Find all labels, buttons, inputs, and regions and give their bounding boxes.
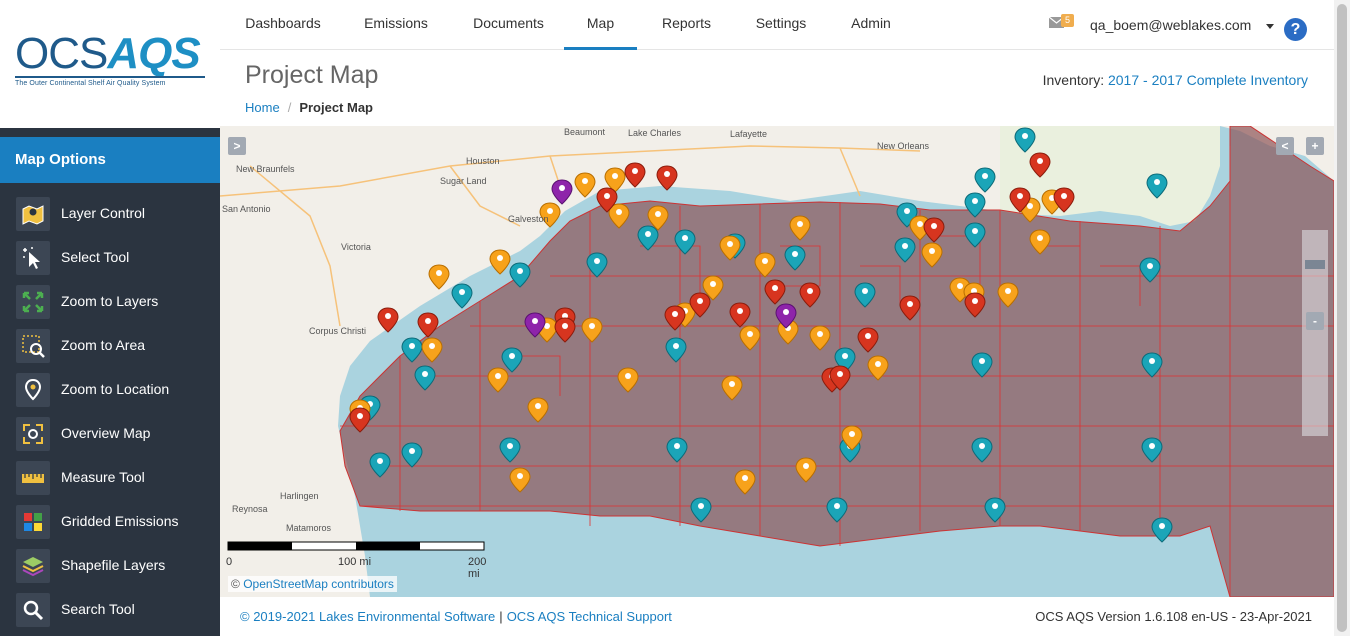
tab-emissions[interactable]: Emissions: [348, 0, 444, 50]
inventory-link[interactable]: 2017 - 2017 Complete Inventory: [1108, 72, 1308, 88]
select-tool-icon: [16, 241, 50, 275]
sidebar: OCSAQS The Outer Continental Shelf Air Q…: [0, 0, 220, 636]
logo-divider: [15, 76, 205, 78]
logo-tagline: The Outer Continental Shelf Air Quality …: [15, 80, 166, 87]
scale-label: 0: [226, 556, 233, 568]
zoom-layers-icon: [16, 285, 50, 319]
zoom-area-icon: [16, 329, 50, 363]
map-place-label: New Braunfels: [236, 164, 295, 174]
map-place-label: Matamoros: [286, 523, 332, 533]
map-place-label: Houston: [466, 156, 500, 166]
sidebar-item-select-tool[interactable]: Select Tool: [0, 235, 220, 279]
tab-settings[interactable]: Settings: [742, 0, 820, 50]
collapse-panel-button[interactable]: <: [1276, 137, 1294, 155]
map-place-label: Galveston: [508, 214, 549, 224]
footer-separator: |: [499, 609, 503, 624]
overview-map-icon: [16, 417, 50, 451]
sidebar-item-layer-control[interactable]: Layer Control: [0, 191, 220, 235]
zoom-in-button[interactable]: +: [1306, 137, 1324, 155]
map-options-header: Map Options: [0, 137, 220, 183]
map-place-label: Reynosa: [232, 504, 268, 514]
map-place-label: San Antonio: [222, 204, 271, 214]
map-place-label: Lake Charles: [628, 128, 682, 138]
attribution-link[interactable]: OpenStreetMap contributors: [243, 577, 394, 591]
tab-admin[interactable]: Admin: [836, 0, 906, 50]
map-place-label: Beaumont: [564, 127, 606, 137]
chevron-down-icon[interactable]: [1266, 24, 1274, 29]
scale-label: 200 mi: [468, 556, 487, 580]
tab-map[interactable]: Map: [564, 0, 637, 50]
scrollbar-thumb[interactable]: [1337, 4, 1347, 632]
tab-dashboards[interactable]: Dashboards: [234, 0, 332, 50]
scale-bar: 0 100 mi 200 mi: [226, 540, 488, 580]
zoom-slider[interactable]: [1302, 230, 1328, 436]
help-icon[interactable]: ?: [1284, 18, 1307, 41]
tab-documents[interactable]: Documents: [460, 0, 557, 50]
project-map[interactable]: Beaumont Lake Charles Lafayette New Orle…: [220, 126, 1334, 597]
layer-control-icon: [16, 197, 50, 231]
sidebar-item-zoom-to-layers[interactable]: Zoom to Layers: [0, 279, 220, 323]
breadcrumb-separator: /: [287, 100, 292, 115]
map-place-label: Harlingen: [280, 491, 319, 501]
zoom-out-button[interactable]: -: [1306, 312, 1324, 330]
copyright-link[interactable]: © 2019-2021 Lakes Environmental Software: [240, 609, 495, 624]
orange-markers: [349, 167, 1063, 495]
scale-label: 100 mi: [338, 556, 372, 568]
sidebar-item-shapefile-layers[interactable]: Shapefile Layers: [0, 543, 220, 587]
sidebar-item-zoom-to-area[interactable]: Zoom to Area: [0, 323, 220, 367]
measure-tool-icon: [16, 461, 50, 495]
map-place-label: Lafayette: [730, 129, 768, 139]
user-menu[interactable]: qa_boem@weblakes.com: [1090, 17, 1251, 33]
sidebar-item-zoom-to-location[interactable]: Zoom to Location: [0, 367, 220, 411]
search-tool-icon: [16, 593, 50, 627]
sidebar-item-measure-tool[interactable]: Measure Tool: [0, 455, 220, 499]
shapefile-layers-icon: [16, 549, 50, 583]
map-markers[interactable]: [220, 126, 1334, 597]
tab-reports[interactable]: Reports: [648, 0, 725, 50]
inventory-selector: Inventory: 2017 - 2017 Complete Inventor…: [1043, 72, 1308, 88]
sidebar-item-gridded-emissions[interactable]: Gridded Emissions: [0, 499, 220, 543]
map-place-label: Corpus Christi: [309, 326, 367, 336]
sidebar-item-overview-map[interactable]: Overview Map: [0, 411, 220, 455]
map-place-label: Sugar Land: [440, 176, 487, 186]
top-navigation: Dashboards Emissions Documents Map Repor…: [220, 0, 1334, 50]
inventory-label: Inventory:: [1042, 72, 1105, 88]
map-place-label: Victoria: [341, 242, 371, 252]
breadcrumb: Home / Project Map: [245, 100, 373, 115]
zoom-location-icon: [16, 373, 50, 407]
gridded-emissions-icon: [16, 505, 50, 539]
footer: © 2019-2021 Lakes Environmental Software…: [220, 598, 1334, 636]
breadcrumb-current: Project Map: [299, 100, 373, 115]
version-info: OCS AQS Version 1.6.108 en-US - 23-Apr-2…: [1035, 609, 1312, 624]
logo[interactable]: OCSAQS The Outer Continental Shelf Air Q…: [0, 0, 220, 128]
map-place-label: New Orleans: [877, 141, 930, 151]
breadcrumb-home-link[interactable]: Home: [245, 100, 280, 115]
mail-count-badge: 5: [1061, 14, 1074, 27]
page-title: Project Map: [245, 61, 379, 89]
logo-wordmark: OCSAQS: [15, 29, 201, 78]
map-attribution: © OpenStreetMap contributors: [228, 576, 397, 592]
sidebar-item-search-tool[interactable]: Search Tool: [0, 587, 220, 631]
expand-panel-button[interactable]: >: [228, 137, 246, 155]
technical-support-link[interactable]: OCS AQS Technical Support: [507, 609, 672, 624]
